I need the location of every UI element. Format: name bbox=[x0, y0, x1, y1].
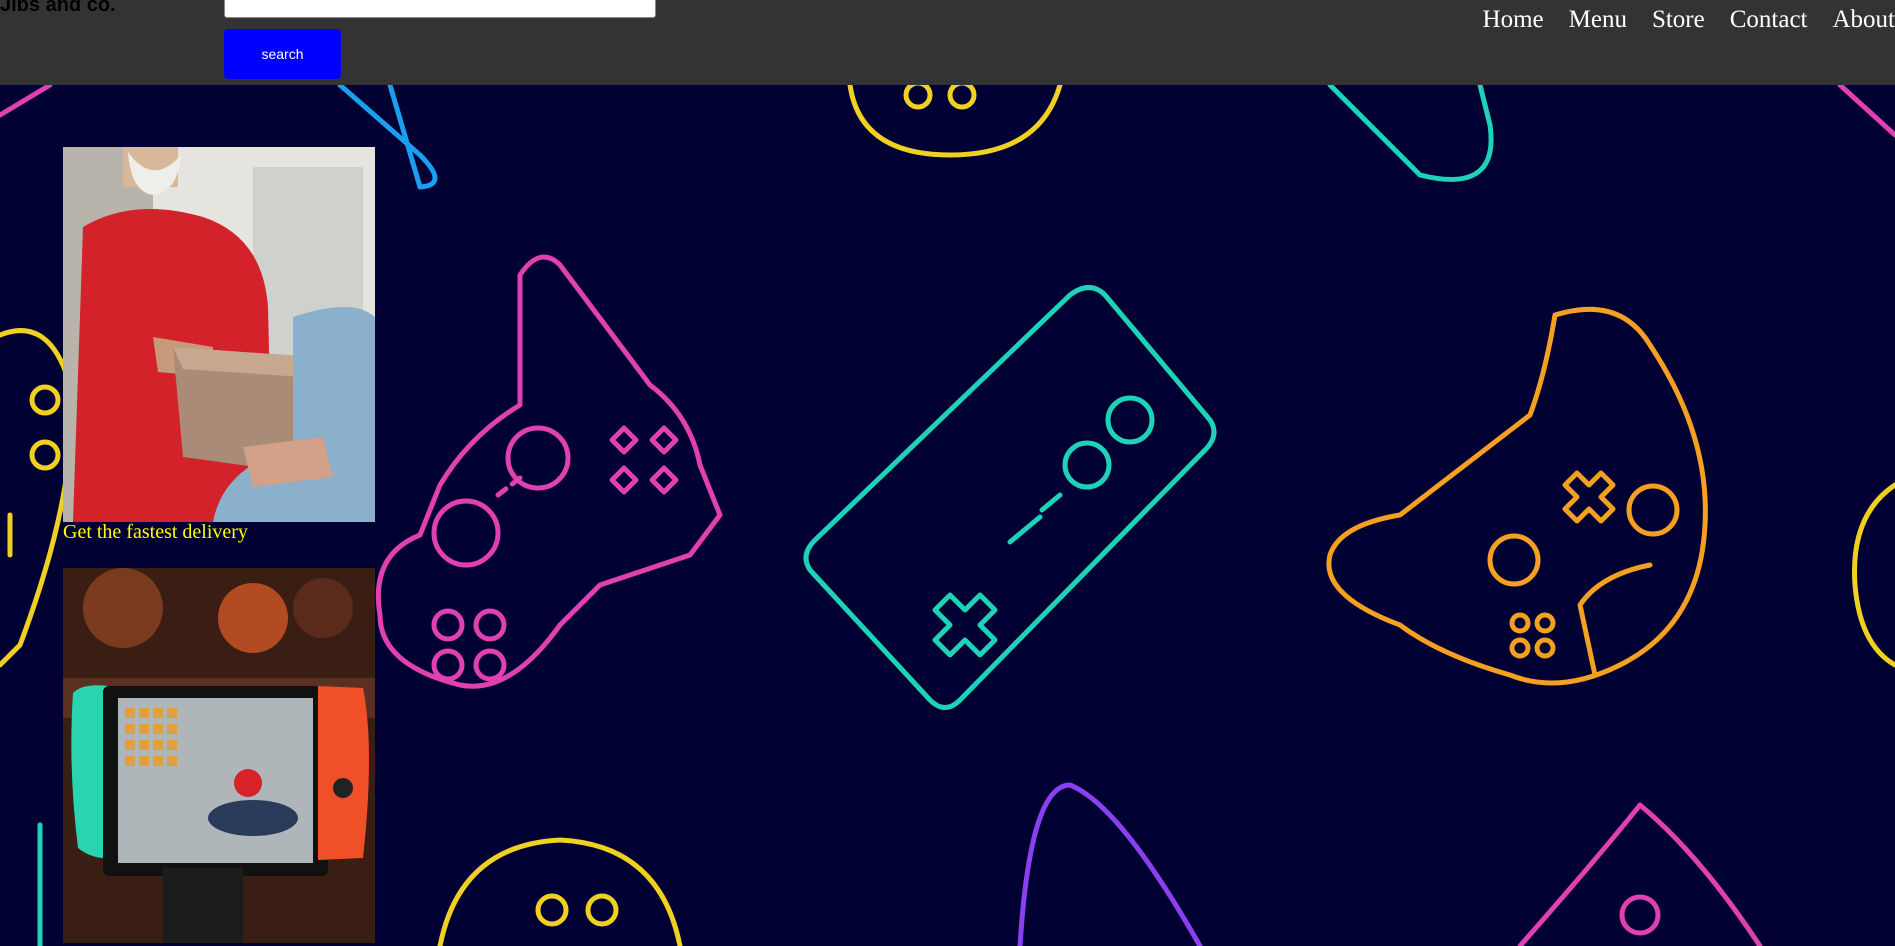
promo-caption: Get the fastest delivery bbox=[63, 521, 248, 543]
top-header: Jibs and co. search Home Menu Store Cont… bbox=[0, 0, 1895, 85]
main-nav: Home Menu Store Contact About bbox=[1458, 6, 1895, 34]
nav-contact[interactable]: Contact bbox=[1730, 6, 1808, 34]
search-input[interactable] bbox=[224, 0, 656, 18]
nav-store[interactable]: Store bbox=[1652, 6, 1705, 34]
nintendo-switch-photo bbox=[63, 568, 375, 943]
nav-home[interactable]: Home bbox=[1483, 6, 1544, 34]
delivery-photo bbox=[63, 147, 375, 522]
nav-about[interactable]: About bbox=[1833, 6, 1895, 34]
nav-menu[interactable]: Menu bbox=[1569, 6, 1627, 34]
brand-name: Jibs and co. bbox=[0, 0, 116, 16]
search-button[interactable]: search bbox=[224, 29, 341, 79]
